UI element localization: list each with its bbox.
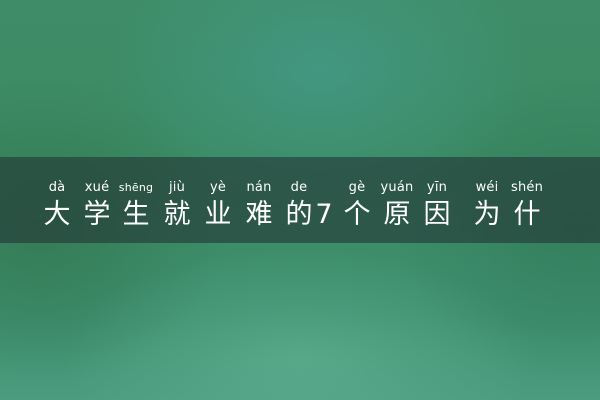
title-char: shēng 生 <box>118 180 154 236</box>
title-char: xué 学 <box>82 180 112 236</box>
pinyin: de <box>290 180 308 195</box>
hanzi: 个 <box>343 199 371 230</box>
pinyin: xué <box>84 180 110 195</box>
pinyin: wéi <box>475 180 499 195</box>
title-char: yè 业 <box>203 180 233 236</box>
hanzi: 业 <box>204 199 232 230</box>
hanzi: 7 <box>315 199 333 230</box>
title-char: jiù 就 <box>162 180 192 236</box>
title-char: de 的 <box>284 180 314 236</box>
title-char: wéi 为 <box>472 180 502 236</box>
pinyin: yuán <box>380 180 414 195</box>
pinyin: yīn <box>426 180 448 195</box>
hanzi: 的 <box>285 199 313 230</box>
title-char: dà 大 <box>42 180 72 236</box>
title-char: yīn 因 <box>422 180 452 236</box>
pinyin-title: dà 大 xué 学 shēng 生 jiù 就 yè 业 nán 难 de 的… <box>42 180 582 236</box>
hanzi: 就 <box>163 199 191 230</box>
hanzi: 生 <box>122 199 150 230</box>
hanzi: 原 <box>383 199 411 230</box>
pinyin: yè <box>209 180 227 195</box>
pinyin: gè <box>348 180 366 195</box>
title-char: nán 难 <box>244 180 274 236</box>
pinyin: shén <box>510 180 544 195</box>
title-char: shén 什 <box>510 180 544 236</box>
hanzi: 难 <box>245 199 273 230</box>
hanzi: 大 <box>43 199 71 230</box>
title-char: gè 个 <box>342 180 372 236</box>
pinyin: jiù <box>168 180 186 195</box>
hanzi: 为 <box>473 199 501 230</box>
title-char: 7 <box>314 180 334 236</box>
hanzi: 学 <box>83 199 111 230</box>
pinyin: nán <box>246 180 272 195</box>
pinyin: shēng <box>118 181 154 194</box>
hanzi: 因 <box>423 199 451 230</box>
hanzi: 什 <box>513 199 541 230</box>
title-char: yuán 原 <box>380 180 414 236</box>
pinyin: dà <box>48 180 66 195</box>
